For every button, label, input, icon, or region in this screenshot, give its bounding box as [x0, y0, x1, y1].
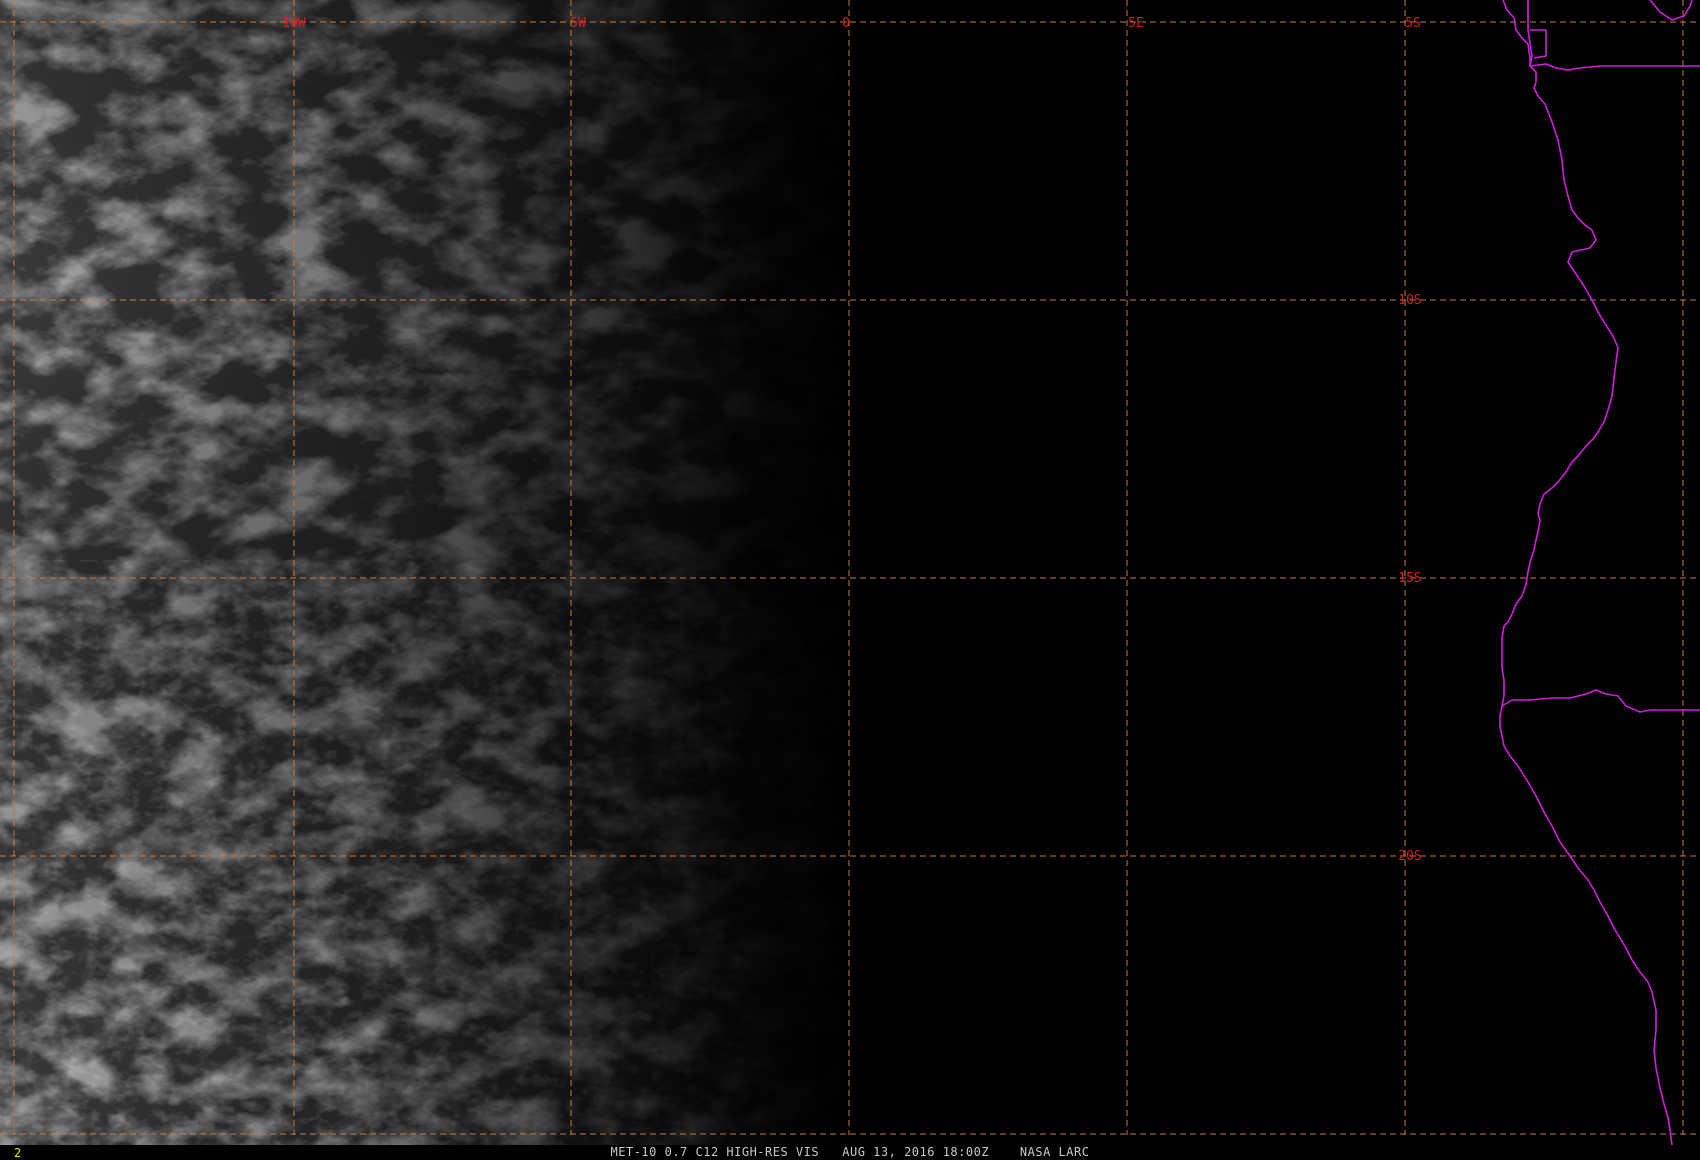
lat-label-10s: 10S — [1398, 293, 1421, 308]
lat-label-20s: 20S — [1398, 849, 1421, 864]
status-bar: 2 MET-10 0.7 C12 HIGH-RES VIS AUG 13, 20… — [0, 1145, 1700, 1160]
lon-label-5e: 5E — [1128, 16, 1144, 31]
lon-label-0: 0 — [842, 16, 850, 31]
satellite-map: 10W 5W 0 5E 5S 10S 15S 20S — [0, 0, 1700, 1145]
lat-label-15s: 15S — [1398, 571, 1421, 586]
lon-label-10w: 10W — [282, 16, 306, 31]
product-caption: MET-10 0.7 C12 HIGH-RES VIS AUG 13, 2016… — [610, 1145, 1090, 1159]
lat-label-5s: 5S — [1405, 16, 1421, 31]
satellite-image-viewer: 10W 5W 0 5E 5S 10S 15S 20S 2 MET-10 0.7 … — [0, 0, 1700, 1160]
lon-label-5w: 5W — [570, 16, 586, 31]
shading-overlay — [0, 0, 1700, 1145]
